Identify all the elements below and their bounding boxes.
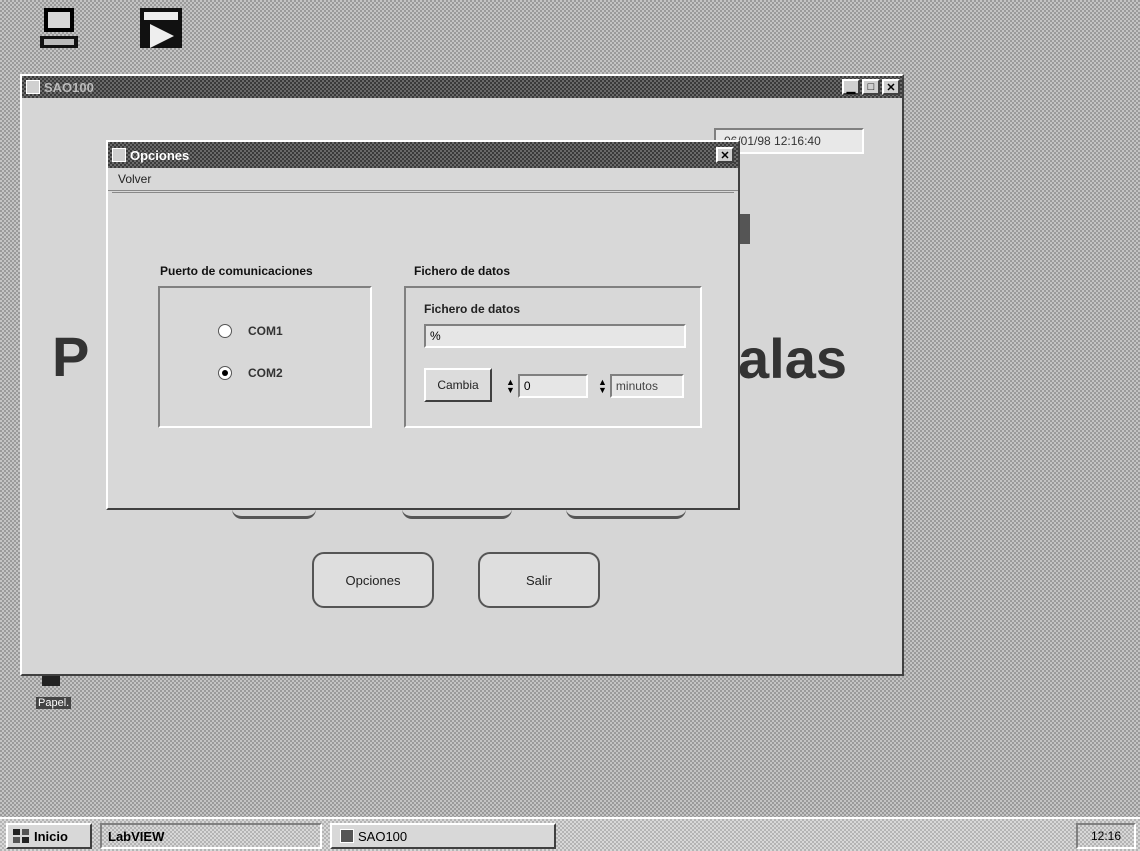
file-group-title: Fichero de datos [414, 264, 511, 278]
change-button[interactable]: Cambia [424, 368, 492, 402]
radio-com1-circle[interactable] [218, 324, 232, 338]
clock: 12:16 [1090, 829, 1122, 843]
window-system-icon[interactable] [26, 80, 40, 94]
desktop-icon-recycle-bin[interactable]: Papel. [36, 672, 96, 712]
labview-shortcut-icon [140, 8, 182, 48]
taskbar: Inicio LabVIEW SAO100 12:16 [0, 817, 1140, 851]
recycle-bin-label: Papel. [36, 697, 72, 709]
radio-selected-dot [222, 370, 228, 376]
minimize-button[interactable]: ▁ [842, 79, 860, 95]
dialog-close-button[interactable]: ✕ [716, 147, 734, 163]
task-labview-label: LabVIEW [108, 828, 165, 844]
task-labview[interactable]: LabVIEW [100, 823, 322, 849]
heading-right: alas [738, 327, 847, 390]
options-dialog-title: Opciones [130, 147, 190, 163]
port-group-box: COM1 COM2 [158, 286, 372, 428]
units-spin-arrows[interactable]: ▲ ▼ [598, 378, 607, 395]
interval-value-field[interactable]: 0 [517, 374, 588, 398]
port-group-title: Puerto de comunicaciones [160, 264, 313, 278]
radio-com2-label: COM2 [248, 366, 283, 380]
close-button[interactable]: ✕ [882, 79, 900, 95]
interval-stepper[interactable]: ▲ ▼ 0 [506, 374, 588, 398]
dialog-system-icon[interactable] [112, 148, 126, 162]
radio-com1-label: COM1 [248, 324, 283, 338]
interval-spin-arrows[interactable]: ▲ ▼ [506, 378, 515, 395]
file-path-field[interactable]: % [424, 324, 686, 348]
sao100-task-icon [340, 829, 354, 843]
options-dialog: Opciones ✕ Volver Puerto de comunicacion… [106, 140, 740, 510]
start-label: Inicio [34, 828, 68, 844]
menu-volver[interactable]: Volver [118, 172, 151, 186]
dialog-menubar: Volver [108, 168, 738, 191]
heading-left: P [52, 325, 90, 388]
my-computer-icon [40, 8, 78, 48]
exit-button[interactable]: Salir [478, 552, 600, 608]
clock-tray: 12:16 [1076, 823, 1136, 849]
options-button[interactable]: Opciones [312, 552, 434, 608]
windows-logo-icon [13, 829, 29, 843]
radio-com1[interactable]: COM1 [218, 324, 283, 338]
units-selector[interactable]: ▲ ▼ minutos [598, 374, 684, 398]
desktop-icon-labview[interactable] [136, 6, 186, 62]
task-sao100-label: SAO100 [358, 828, 408, 844]
desktop-icon-my-computer[interactable] [36, 6, 82, 62]
start-button[interactable]: Inicio [6, 823, 92, 849]
options-dialog-titlebar[interactable]: Opciones ✕ [108, 142, 738, 168]
file-group-box: Fichero de datos % Cambia ▲ ▼ 0 ▲ ▼ minuto… [404, 286, 702, 428]
task-sao100[interactable]: SAO100 [330, 823, 556, 849]
main-window-title: SAO100 [44, 79, 94, 95]
file-path-value: % [430, 329, 441, 343]
main-window-titlebar[interactable]: SAO100 ▁ □ ✕ [22, 76, 902, 98]
radio-com2[interactable]: COM2 [218, 366, 283, 380]
units-value-field[interactable]: minutos [609, 374, 684, 398]
radio-com2-circle[interactable] [218, 366, 232, 380]
maximize-button[interactable]: □ [862, 79, 880, 95]
file-field-label: Fichero de datos [424, 302, 521, 316]
